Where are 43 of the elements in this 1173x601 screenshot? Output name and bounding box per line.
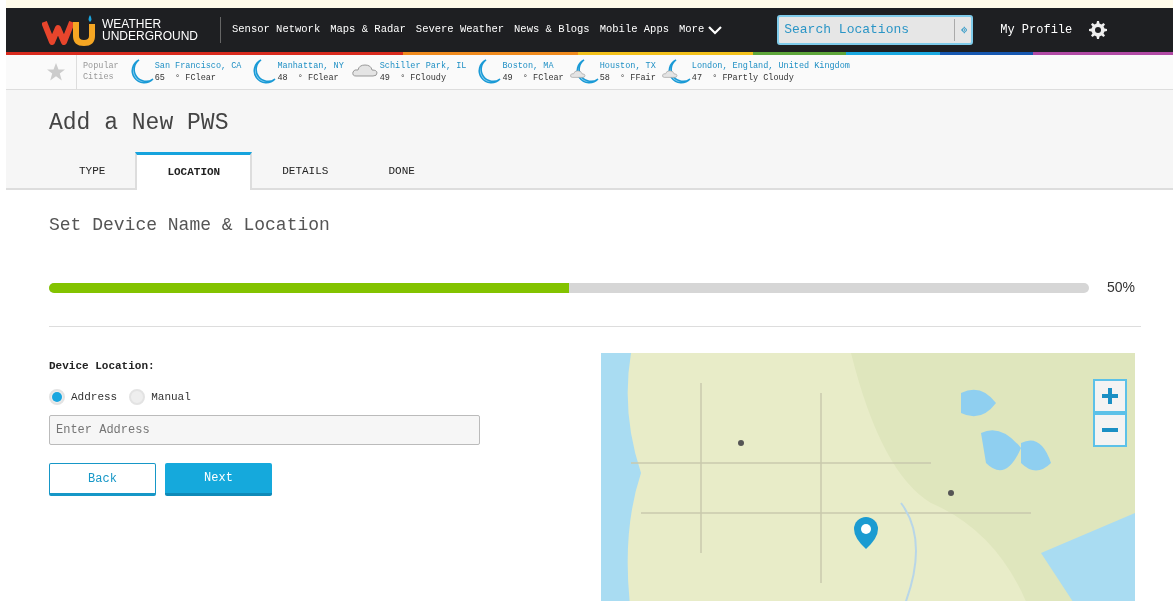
city-link[interactable]: Schiller Park, IL [379, 60, 467, 72]
nav-link[interactable]: News & Blogs [509, 22, 595, 38]
city-weather: 48 ° FClear [277, 72, 340, 84]
star-icon[interactable] [46, 62, 66, 82]
nav-link[interactable]: Maps & Radar [325, 22, 411, 38]
progress-reading: 50% [1107, 278, 1136, 297]
page-title: Add a New PWS [49, 109, 230, 138]
search-input[interactable]: Search Locations [779, 19, 955, 41]
radio-option[interactable]: Manual [129, 388, 191, 405]
city-link[interactable]: Manhattan, NY [277, 60, 344, 72]
city-weather: 47 ° FPartly Cloudy [691, 72, 795, 84]
city-link[interactable]: San Francisco, CA [154, 60, 242, 72]
city-link[interactable]: London, England, United Kingdom [691, 60, 850, 72]
step-tab[interactable]: DETAILS [252, 152, 359, 190]
chevron-down-icon [708, 25, 723, 35]
section-title: Set Device Name & Location [49, 214, 331, 237]
popular-cities-label: Popular Cities [76, 54, 119, 90]
nav-link[interactable]: Sensor Network [227, 22, 326, 38]
nav-link[interactable]: More [674, 22, 728, 38]
minus-icon [1101, 428, 1119, 433]
search-field[interactable]: Search Locations [777, 15, 974, 45]
city-weather: 49 ° FClear [502, 72, 564, 84]
settings-icon[interactable] [1089, 21, 1108, 39]
zoom-in-button[interactable] [1093, 379, 1127, 413]
zoom-out-button[interactable] [1093, 413, 1127, 447]
step-tab[interactable]: TYPE [49, 152, 136, 190]
radio-option[interactable]: Address [49, 388, 118, 405]
profile-link[interactable]: My Profile [995, 21, 1078, 39]
logo-text[interactable]: WEATHER UNDERGROUND [102, 18, 198, 42]
step-tab[interactable]: DONE [358, 152, 445, 190]
city-weather: 58 ° FFair [599, 72, 656, 84]
city-link[interactable]: Boston, MA [502, 60, 564, 72]
step-tab[interactable]: LOCATION [135, 152, 253, 190]
logo-icon[interactable] [42, 14, 98, 46]
city-link[interactable]: Houston, TX [599, 60, 656, 72]
nav-link[interactable]: Mobile Apps [594, 22, 674, 38]
field-label: Device Location: [49, 359, 156, 374]
plus-icon [1101, 387, 1119, 406]
address-field[interactable]: Enter Address [49, 415, 480, 445]
map-pin-icon [853, 516, 879, 550]
city-weather: 49 ° FCloudy [379, 72, 448, 84]
city-weather: 65 ° FClear [154, 72, 217, 84]
nav-link[interactable]: Severe Weather [410, 22, 510, 38]
